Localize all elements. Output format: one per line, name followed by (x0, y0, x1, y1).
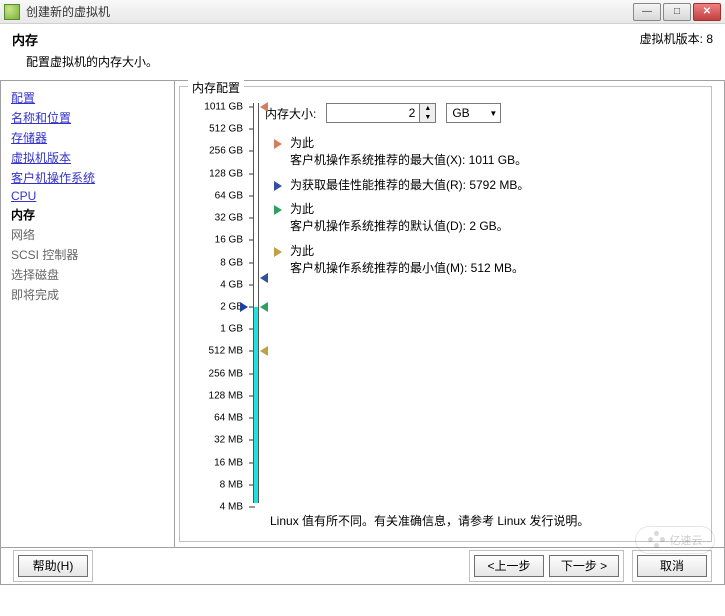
sidebar-item-config[interactable]: 配置 (11, 89, 164, 106)
memory-unit-value: GB (452, 106, 469, 120)
window-title: 创建新的虚拟机 (26, 3, 633, 20)
recommendation-item: 为此客户机操作系统推荐的最大值(X): 1011 GB。 (274, 135, 701, 169)
back-button[interactable]: <上一步 (474, 555, 544, 577)
spinner-down[interactable]: ▼ (419, 113, 435, 122)
close-button[interactable]: ✕ (693, 3, 721, 21)
scale-tick: 256 MB (193, 368, 243, 379)
triangle-icon (274, 247, 282, 257)
recommendation-text: 为此客户机操作系统推荐的最小值(M): 512 MB。 (290, 243, 524, 277)
fieldset-legend: 内存配置 (188, 79, 244, 96)
memory-slider-fill (254, 307, 258, 503)
recommendation-item: 为获取最佳性能推荐的最大值(R): 5792 MB。 (274, 177, 701, 194)
cancel-button[interactable]: 取消 (637, 555, 707, 577)
scale-tick: 64 GB (193, 190, 243, 201)
page-subtitle: 配置虚拟机的内存大小。 (26, 53, 158, 70)
sidebar-item-storage[interactable]: 存储器 (11, 129, 164, 146)
help-button[interactable]: 帮助(H) (18, 555, 88, 577)
triangle-icon (274, 181, 282, 191)
linux-note: Linux 值有所不同。有关准确信息，请参考 Linux 发行说明。 (270, 512, 701, 529)
memory-recommendations: 为此客户机操作系统推荐的最大值(X): 1011 GB。为获取最佳性能推荐的最大… (274, 135, 701, 285)
scale-tick: 64 MB (193, 413, 243, 424)
memory-size-row: 内存大小: 2 ▲ ▼ GB ▼ (265, 103, 501, 123)
maximize-button[interactable]: □ (663, 3, 691, 21)
scale-tick: 512 MB (193, 346, 243, 357)
slider-thumb[interactable] (240, 302, 248, 312)
scale-tick: 32 MB (193, 435, 243, 446)
slider-marker (260, 273, 268, 283)
sidebar-item-memory: 内存 (11, 206, 164, 223)
scale-tick: 16 GB (193, 235, 243, 246)
sidebar-item-vmversion[interactable]: 虚拟机版本 (11, 149, 164, 166)
sidebar-item-scsi: SCSI 控制器 (11, 246, 164, 263)
app-icon (4, 4, 20, 20)
minimize-button[interactable]: — (633, 3, 661, 21)
chevron-down-icon: ▼ (489, 109, 497, 118)
scale-tick: 128 MB (193, 390, 243, 401)
sidebar-item-guestos[interactable]: 客户机操作系统 (11, 169, 164, 186)
spinner-buttons: ▲ ▼ (419, 104, 435, 122)
triangle-icon (274, 139, 282, 149)
recommendation-text: 为此客户机操作系统推荐的默认值(D): 2 GB。 (290, 201, 509, 235)
scale-tick: 512 GB (193, 124, 243, 135)
scale-tick: 256 GB (193, 146, 243, 157)
recommendation-text: 为此客户机操作系统推荐的最大值(X): 1011 GB。 (290, 135, 527, 169)
memory-unit-combo[interactable]: GB ▼ (446, 103, 501, 123)
slider-marker (260, 302, 268, 312)
slider-marker (260, 102, 268, 112)
scale-tick: 8 GB (193, 257, 243, 268)
window-buttons: — □ ✕ (633, 3, 721, 21)
scale-tick: 32 GB (193, 213, 243, 224)
page-title: 内存 (12, 30, 158, 49)
triangle-icon (274, 205, 282, 215)
sidebar-item-network: 网络 (11, 226, 164, 243)
scale-tick: 128 GB (193, 168, 243, 179)
scale-tick: 16 MB (193, 457, 243, 468)
memory-size-value[interactable]: 2 (327, 106, 419, 120)
memory-size-label: 内存大小: (265, 105, 316, 122)
sidebar-item-finish: 即将完成 (11, 286, 164, 303)
recommendation-text: 为获取最佳性能推荐的最大值(R): 5792 MB。 (290, 177, 529, 194)
scale-tick: 4 MB (193, 502, 243, 513)
scale-tick: 1011 GB (193, 102, 243, 113)
sidebar-item-disk: 选择磁盘 (11, 266, 164, 283)
sidebar-item-name[interactable]: 名称和位置 (11, 109, 164, 126)
content-area: 配置 名称和位置 存储器 虚拟机版本 客户机操作系统 CPU 内存 网络 SCS… (0, 81, 725, 548)
memory-fieldset: 内存配置 内存大小: 2 ▲ ▼ GB ▼ 1011 GB512 (179, 86, 712, 542)
memory-slider-track[interactable] (253, 103, 259, 503)
wizard-steps: 配置 名称和位置 存储器 虚拟机版本 客户机操作系统 CPU 内存 网络 SCS… (0, 81, 175, 548)
scale-tick: 1 GB (193, 324, 243, 335)
vm-version-label: 虚拟机版本: 8 (640, 30, 713, 47)
next-button[interactable]: 下一步 > (549, 555, 619, 577)
memory-scale: 1011 GB 512 GB 256 GB 128 GB 64 GB 32 GB 16 GB… (180, 103, 255, 531)
wizard-header: 内存 配置虚拟机的内存大小。 虚拟机版本: 8 (0, 24, 725, 81)
sidebar-item-cpu[interactable]: CPU (11, 189, 164, 203)
recommendation-item: 为此客户机操作系统推荐的默认值(D): 2 GB。 (274, 201, 701, 235)
scale-tick: 8 MB (193, 479, 243, 490)
titlebar: 创建新的虚拟机 — □ ✕ (0, 0, 725, 24)
spinner-up[interactable]: ▲ (419, 104, 435, 113)
wizard-footer: 帮助(H) <上一步 下一步 > 取消 (0, 547, 725, 585)
slider-marker (260, 346, 268, 356)
main-panel: 内存配置 内存大小: 2 ▲ ▼ GB ▼ 1011 GB512 (175, 81, 725, 548)
recommendation-item: 为此客户机操作系统推荐的最小值(M): 512 MB。 (274, 243, 701, 277)
scale-tick: 4 GB (193, 279, 243, 290)
memory-size-input[interactable]: 2 ▲ ▼ (326, 103, 436, 123)
scale-tick: 2 GB (193, 302, 243, 313)
